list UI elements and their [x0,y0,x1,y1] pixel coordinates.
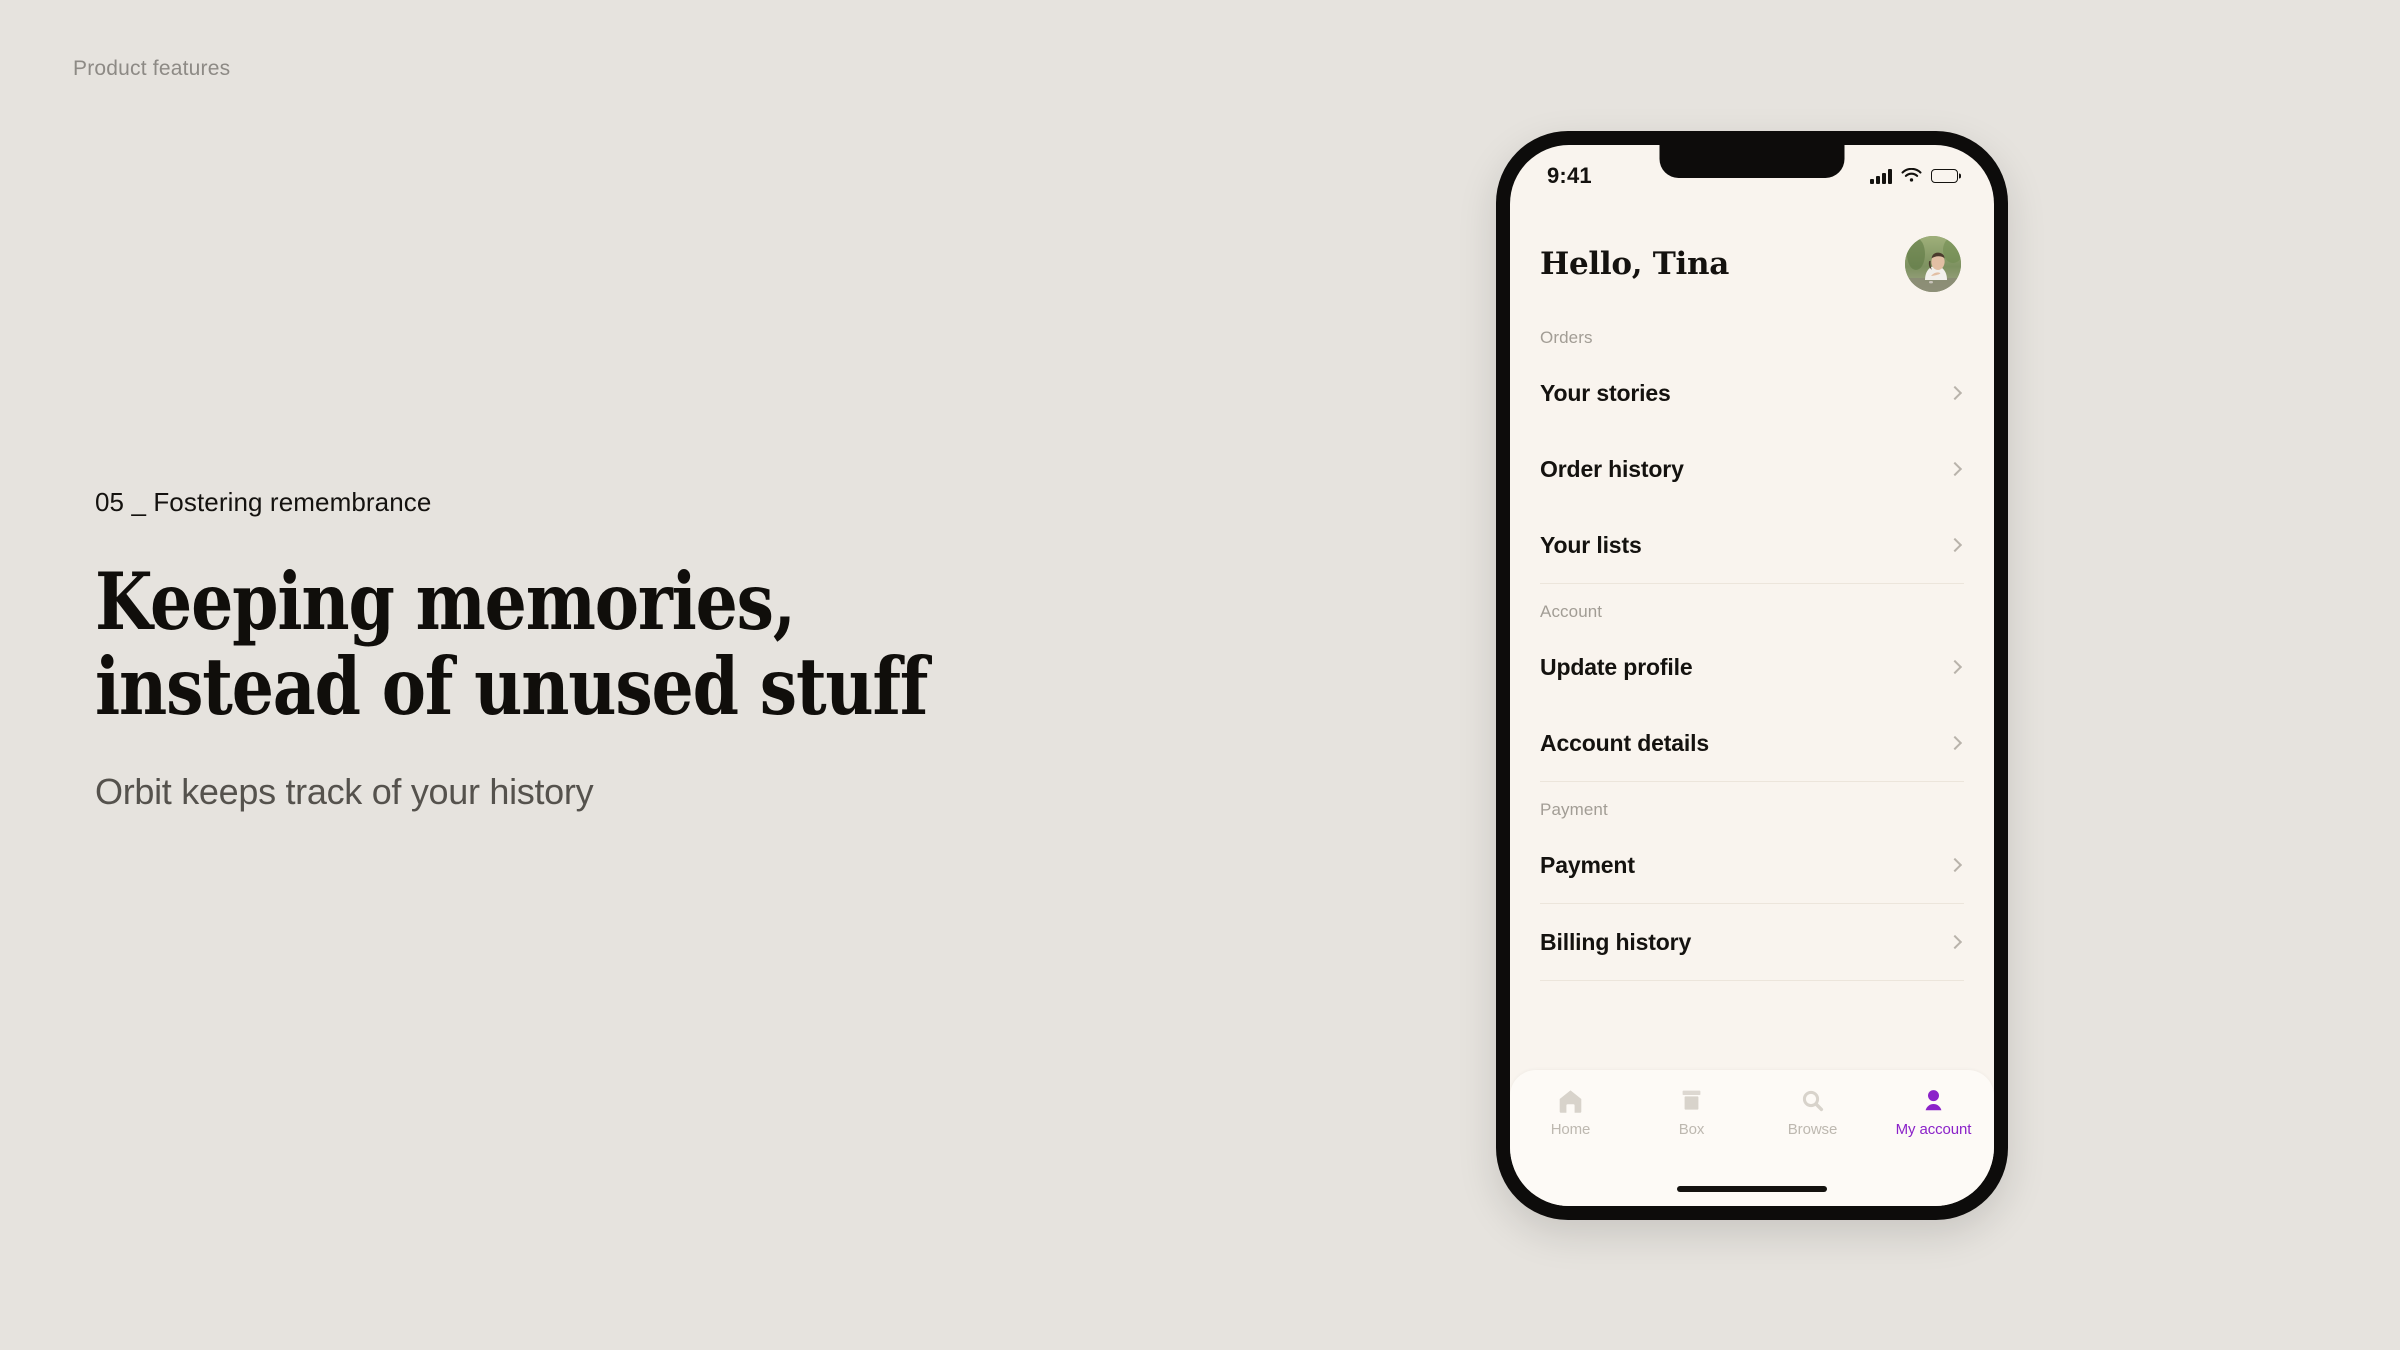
box-icon [1678,1087,1705,1114]
tab-label: Home [1550,1121,1591,1138]
chevron-right-icon [1947,934,1963,950]
menu-item-payment[interactable]: Payment [1540,827,1964,903]
chevron-right-icon [1947,735,1963,751]
menu-item-label: Payment [1540,851,1635,878]
menu-item-label: Billing history [1540,928,1692,955]
status-bar-time: 9:41 [1547,163,1592,188]
phone-mockup: 9:41 Hello, Tina Orders Your stories Ord… [1496,131,2008,1220]
tab-home[interactable]: Home [1510,1087,1631,1138]
status-bar-icons [1870,168,1958,184]
chevron-right-icon [1947,659,1963,675]
tab-label: My account [1895,1121,1972,1138]
headline-line-2: instead of unused stuff [95,639,928,733]
menu-item-label: Order history [1540,455,1684,482]
tab-browse[interactable]: Browse [1752,1087,1873,1138]
home-icon [1557,1087,1584,1114]
menu-item-billing-history[interactable]: Billing history [1540,904,1964,980]
page-kicker: Product features [73,57,231,80]
wifi-icon [1901,168,1922,182]
tab-my-account[interactable]: My account [1873,1087,1994,1138]
headline-line-1: Keeping memories, [95,555,796,648]
chevron-right-icon [1947,537,1963,553]
tab-box[interactable]: Box [1631,1087,1752,1138]
menu-item-account-details[interactable]: Account details [1540,705,1964,781]
home-indicator[interactable] [1677,1186,1827,1192]
page-headline: Keeping memories, instead of unused stuf… [95,555,1086,733]
section-label-orders: Orders [1540,328,1593,347]
section-eyebrow: 05 _ Fostering remembrance [95,487,432,517]
chevron-right-icon [1947,461,1963,477]
battery-full-icon [1931,169,1958,183]
menu-section-payment: Payment Payment Billing history [1540,782,1964,981]
app-header: Hello, Tina [1510,221,1994,307]
menu-item-update-profile[interactable]: Update profile [1540,629,1964,705]
page-subheadline: Orbit keeps track of your history [95,771,594,813]
greeting-title: Hello, Tina [1540,246,1729,282]
item-divider [1540,980,1964,981]
chevron-right-icon [1947,385,1963,401]
menu-item-your-stories[interactable]: Your stories [1540,355,1964,431]
avatar[interactable] [1905,236,1961,292]
tab-label: Box [1678,1121,1705,1138]
menu-section-account: Account Update profile Account details [1540,584,1964,781]
phone-screen: 9:41 Hello, Tina Orders Your stories Ord… [1510,145,1994,1206]
menu-item-your-lists[interactable]: Your lists [1540,507,1964,583]
section-label-payment: Payment [1540,800,1608,819]
phone-notch [1659,145,1845,178]
section-label-account: Account [1540,602,1603,621]
search-icon [1799,1087,1826,1114]
account-menu: Orders Your stories Order history Your l… [1510,310,1994,1076]
editorial-block: 05 _ Fostering remembrance Keeping memor… [95,487,1275,813]
user-avatar-photo [1905,236,1961,292]
cellular-signal-icon [1870,168,1892,184]
tab-label: Browse [1787,1121,1838,1138]
menu-item-label: Your stories [1540,379,1671,406]
menu-section-orders: Orders Your stories Order history Your l… [1540,310,1964,583]
menu-item-label: Update profile [1540,653,1693,680]
menu-item-label: Your lists [1540,531,1642,558]
person-icon [1920,1087,1947,1114]
bottom-tab-bar: Home Box Browse My account [1510,1070,1994,1206]
menu-item-order-history[interactable]: Order history [1540,431,1964,507]
menu-item-label: Account details [1540,729,1710,756]
chevron-right-icon [1947,857,1963,873]
